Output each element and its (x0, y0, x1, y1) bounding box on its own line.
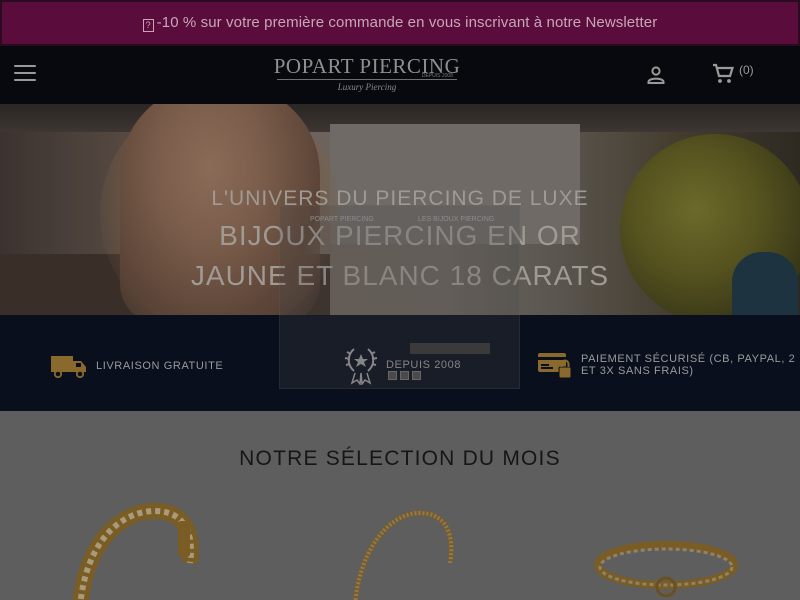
popup-dot[interactable] (412, 371, 421, 380)
newsletter-popup-overlay: POPART PIERCING LES BIJOUX PIERCING (279, 205, 520, 389)
promo-text: -10 % sur votre première commande en vou… (156, 14, 658, 31)
logo-since-text: DEPUIS 2008 (419, 73, 455, 79)
account-icon[interactable] (645, 64, 667, 86)
cart-icon (713, 63, 734, 83)
newsletter-promo-banner[interactable]: ? -10 % sur votre première commande en vo… (0, 0, 800, 46)
product-card-2[interactable] (325, 503, 475, 600)
secure-payment-icon (538, 353, 572, 379)
popup-dot[interactable] (400, 371, 409, 380)
truck-icon (51, 356, 86, 379)
hamburger-menu-icon[interactable] (14, 65, 36, 83)
logo-tagline: Luxury Piercing (337, 82, 397, 92)
popup-dot[interactable] (388, 371, 397, 380)
gold-eternity-ring-icon (594, 541, 738, 598)
logo-divider: DEPUIS 2008 (277, 73, 457, 80)
reassurance-payment-label: PAIEMENT SÉCURISÉ (CB, PAYPAL, 2 ET 3X S… (581, 353, 796, 377)
section-title: NOTRE SÉLECTION DU MOIS (239, 447, 561, 470)
cart-count: (0) (739, 63, 754, 77)
hero-vase (732, 252, 798, 322)
reassurance-shipping-label: LIVRAISON GRATUITE (96, 360, 224, 372)
gold-beaded-ring-icon (353, 510, 454, 600)
info-icon: ? (142, 19, 154, 32)
site-logo[interactable]: POPART PIERCING DEPUIS 2008 Luxury Pierc… (272, 54, 462, 96)
monthly-selection-section: NOTRE SÉLECTION DU MOIS (0, 411, 800, 600)
gold-ring-gems-icon (72, 502, 199, 600)
cart-button[interactable]: (0) (711, 62, 767, 86)
reassurance-shipping: LIVRAISON GRATUITE (50, 353, 223, 379)
popup-label-right: LES BIJOUX PIERCING (418, 216, 495, 223)
page: ? -10 % sur votre première commande en vo… (0, 0, 800, 600)
product-card-1[interactable] (60, 502, 200, 600)
product-card-3[interactable] (590, 531, 750, 600)
reassurance-payment: PAIEMENT SÉCURISÉ (CB, PAYPAL, 2 ET 3X S… (537, 351, 800, 379)
promo-text-wrap: ? -10 % sur votre première commande en vo… (142, 14, 658, 32)
popup-button[interactable] (410, 343, 490, 354)
site-header: POPART PIERCING DEPUIS 2008 Luxury Pierc… (0, 46, 800, 104)
popup-label-left: POPART PIERCING (310, 216, 374, 223)
popup-pagination (388, 371, 421, 380)
